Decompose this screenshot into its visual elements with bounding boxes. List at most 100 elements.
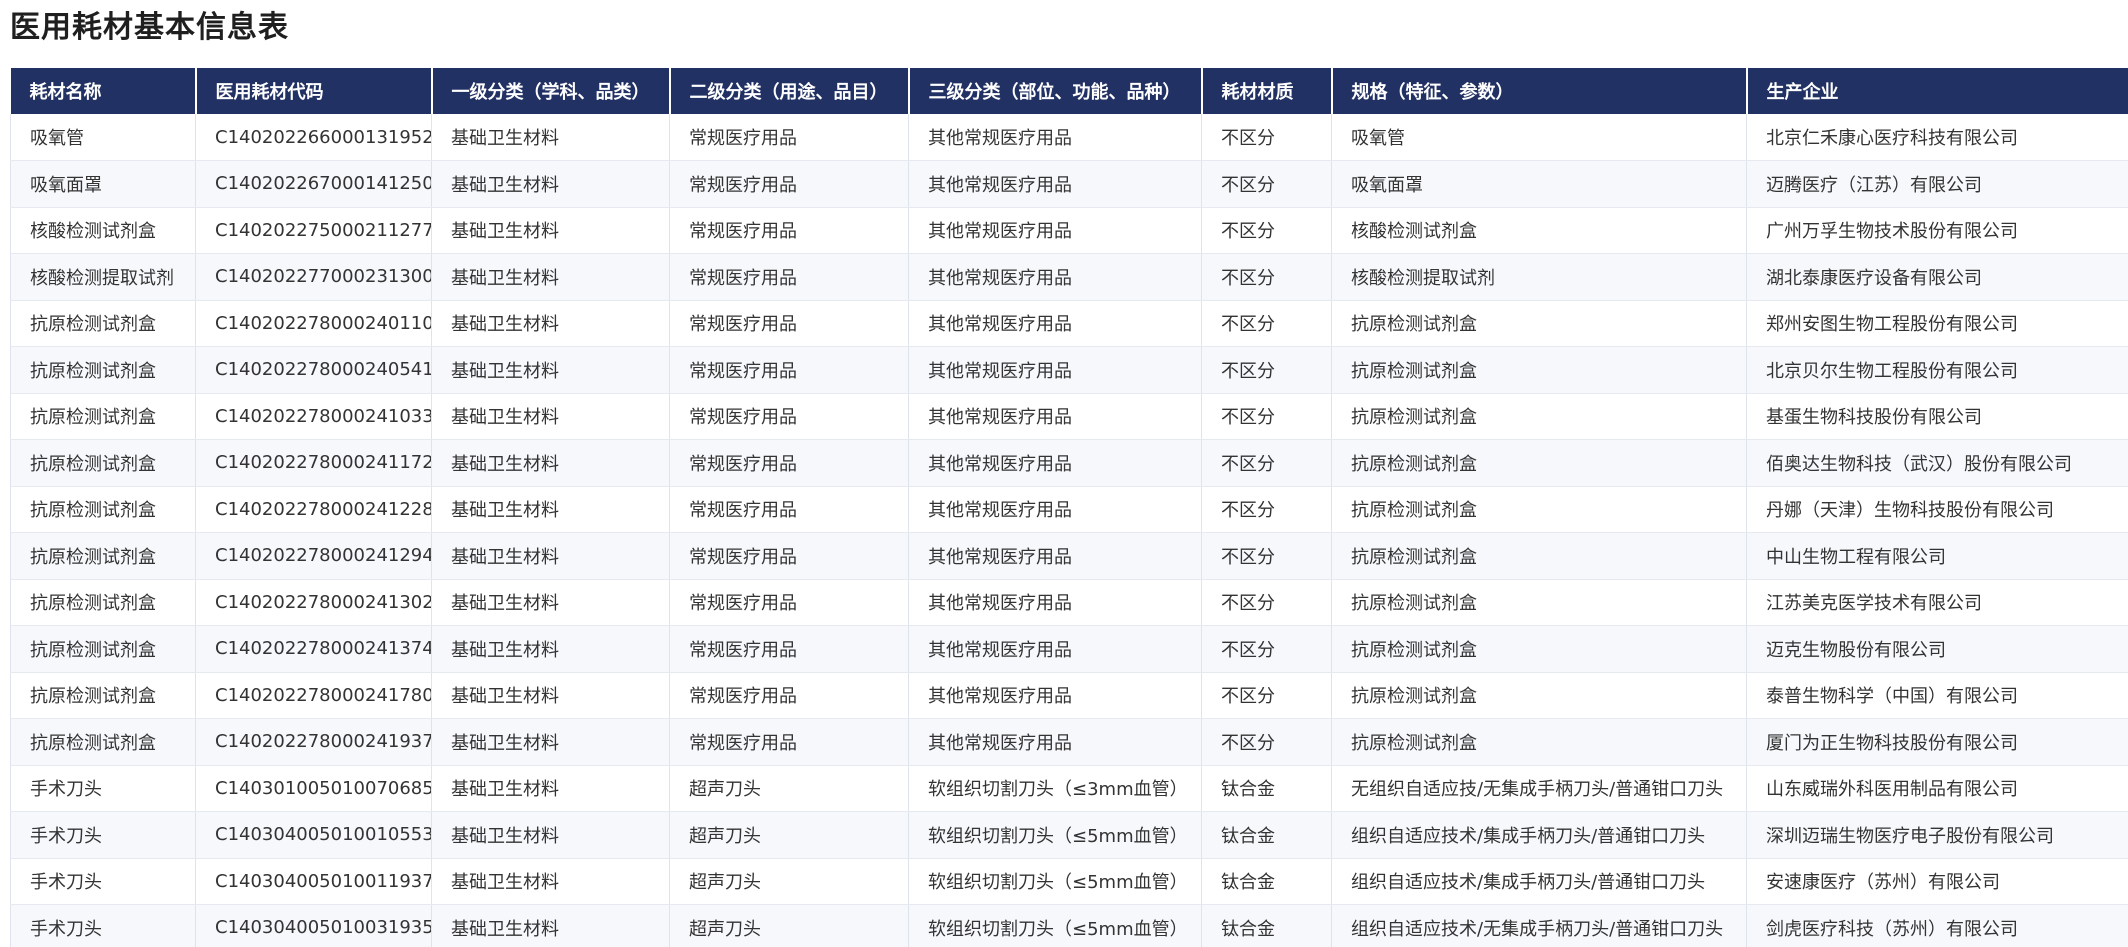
cell-category-2: 超声刀头 [669,904,909,947]
cell-category-3: 其他常规医疗用品 [908,160,1202,208]
cell-manufacturer: 深圳迈瑞生物医疗电子股份有限公司 [1746,811,2128,859]
cell-code: C1402022780002412281 [195,486,432,533]
table-row[interactable]: 抗原检测试剂盒 C1402022780002412940 基础卫生材料 常规医疗用品其… [10,532,2128,580]
cell-category-3: 其他常规医疗用品 [908,486,1202,533]
table-row[interactable]: 抗原检测试剂盒 C1402022780002413021 基础卫生材料 常规医疗用品其… [10,579,2128,626]
cell-category-1: 基础卫生材料 [431,486,670,533]
cell-manufacturer: 中山生物工程有限公司 [1746,532,2128,580]
cell-category-3: 其他常规医疗用品 [908,253,1202,301]
cell-material: 不区分 [1201,393,1332,440]
column-header-category-3[interactable]: 三级分类（部位、功能、品种） [908,68,1203,114]
cell-name: 核酸检测试剂盒 [10,207,196,254]
cell-material: 不区分 [1201,207,1332,254]
cell-category-1: 基础卫生材料 [431,858,670,905]
cell-manufacturer: 江苏美克医学技术有限公司 [1746,579,2128,626]
column-header-manufacturer[interactable]: 生产企业 [1746,68,2128,114]
cell-manufacturer: 厦门为正生物科技股份有限公司 [1746,718,2128,766]
cell-spec: 核酸检测试剂盒 [1331,207,1747,254]
table-row[interactable]: 手术刀头 C1403040050100105539 基础卫生材料 超声刀头 软组织切割刀… [10,811,2128,859]
cell-spec: 抗原检测试剂盒 [1331,486,1747,533]
cell-manufacturer: 安速康医疗（苏州）有限公司 [1746,858,2128,905]
cell-manufacturer: 湖北泰康医疗设备有限公司 [1746,253,2128,301]
table-row[interactable]: 抗原检测试剂盒 C1402022780002412281 基础卫生材料 常规医疗用品其… [10,486,2128,533]
table-row[interactable]: 抗原检测试剂盒 C1402022780002401100 基础卫生材料 常规医疗用品其… [10,300,2128,347]
table-row[interactable]: 核酸检测试剂盒 C1402022750002112774 基础卫生材料 常规医疗用品其… [10,207,2128,254]
cell-category-3: 其他常规医疗用品 [908,207,1202,254]
cell-code: C1403040050100119372 [195,858,432,905]
cell-manufacturer: 剑虎医疗科技（苏州）有限公司 [1746,904,2128,947]
cell-code: C1402022780002413749 [195,625,432,673]
column-header-material[interactable]: 耗材材质 [1201,68,1333,114]
cell-name: 抗原检测试剂盒 [10,393,196,440]
table-row[interactable]: 抗原检测试剂盒 C1402022780002405416 基础卫生材料 常规医疗用品其… [10,346,2128,394]
table-row[interactable]: 吸氧管 C1402022660001319522 基础卫生材料 常规医疗用品 其他常规医… [10,114,2128,161]
cell-name: 抗原检测试剂盒 [10,672,196,719]
cell-name: 吸氧面罩 [10,160,196,208]
column-header-category-1[interactable]: 一级分类（学科、品类） [431,68,671,114]
cell-category-2: 常规医疗用品 [669,346,909,394]
page: 医用耗材基本信息表 耗材名称 医用耗材代码 一级分类（学科、品类） 二级分类（用… [0,0,2128,947]
table-row[interactable]: 吸氧面罩 C1402022670001412503 基础卫生材料 常规医疗用品 其他常规… [10,160,2128,208]
cell-name: 抗原检测试剂盒 [10,579,196,626]
cell-material: 不区分 [1201,346,1332,394]
table-row[interactable]: 手术刀头 C1403040050100319350 基础卫生材料 超声刀头 软组织切割刀… [10,904,2128,947]
cell-spec: 抗原检测试剂盒 [1331,439,1747,487]
table-header: 耗材名称 医用耗材代码 一级分类（学科、品类） 二级分类（用途、品目） 三级分类… [10,68,2128,114]
cell-category-1: 基础卫生材料 [431,811,670,859]
table-row[interactable]: 抗原检测试剂盒 C1402022780002413749 基础卫生材料 常规医疗用品其… [10,625,2128,673]
cell-category-2: 常规医疗用品 [669,300,909,347]
table-row[interactable]: 核酸检测提取试剂 C1402022770002313003 基础卫生材料 常规医疗用品… [10,253,2128,301]
cell-category-3: 软组织切割刀头（≤5mm血管） [908,811,1202,859]
cell-category-3: 其他常规医疗用品 [908,718,1202,766]
table-row[interactable]: 抗原检测试剂盒 C1402022780002410336 基础卫生材料 常规医疗用品其… [10,393,2128,440]
cell-spec: 抗原检测试剂盒 [1331,625,1747,673]
cell-category-1: 基础卫生材料 [431,625,670,673]
cell-name: 抗原检测试剂盒 [10,439,196,487]
cell-spec: 抗原检测试剂盒 [1331,718,1747,766]
cell-code: C1403040050100105539 [195,811,432,859]
cell-category-2: 常规医疗用品 [669,114,909,161]
cell-category-2: 常规医疗用品 [669,718,909,766]
cell-manufacturer: 北京贝尔生物工程股份有限公司 [1746,346,2128,394]
column-header-category-2[interactable]: 二级分类（用途、品目） [669,68,910,114]
cell-category-3: 其他常规医疗用品 [908,346,1202,394]
page-title: 医用耗材基本信息表 [10,10,289,45]
cell-code: C1402022780002412940 [195,532,432,580]
cell-spec: 组织自适应技术/集成手柄刀头/普通钳口刀头 [1331,858,1747,905]
cell-material: 不区分 [1201,114,1332,161]
cell-material: 不区分 [1201,253,1332,301]
table-row[interactable]: 手术刀头 C1403040050100119372 基础卫生材料 超声刀头 软组织切割刀… [10,858,2128,905]
table-row[interactable]: 抗原检测试剂盒 C1402022780002417809 基础卫生材料 常规医疗用品其… [10,672,2128,719]
cell-code: C1402022780002405416 [195,346,432,394]
cell-category-1: 基础卫生材料 [431,253,670,301]
cell-code: C1403010050100706855 [195,765,432,812]
cell-code: C1402022780002417809 [195,672,432,719]
cell-category-1: 基础卫生材料 [431,904,670,947]
cell-category-2: 超声刀头 [669,765,909,812]
cell-material: 不区分 [1201,532,1332,580]
cell-category-1: 基础卫生材料 [431,532,670,580]
cell-code: C1402022670001412503 [195,160,432,208]
cell-category-3: 其他常规医疗用品 [908,579,1202,626]
column-header-spec[interactable]: 规格（特征、参数） [1331,68,1748,114]
cell-category-1: 基础卫生材料 [431,114,670,161]
cell-category-2: 常规医疗用品 [669,207,909,254]
table-row[interactable]: 抗原检测试剂盒 C1402022780002419371 基础卫生材料 常规医疗用品其… [10,718,2128,766]
cell-category-2: 常规医疗用品 [669,579,909,626]
cell-material: 不区分 [1201,672,1332,719]
cell-manufacturer: 佰奥达生物科技（武汉）股份有限公司 [1746,439,2128,487]
cell-manufacturer: 广州万孚生物技术股份有限公司 [1746,207,2128,254]
column-header-code[interactable]: 医用耗材代码 [195,68,433,114]
cell-material: 钛合金 [1201,811,1332,859]
cell-category-1: 基础卫生材料 [431,718,670,766]
table-row[interactable]: 抗原检测试剂盒 C1402022780002411726 基础卫生材料 常规医疗用品其… [10,439,2128,487]
table-row[interactable]: 手术刀头 C1403010050100706855 基础卫生材料 超声刀头 软组织切割刀… [10,765,2128,812]
cell-category-2: 超声刀头 [669,811,909,859]
cell-category-1: 基础卫生材料 [431,346,670,394]
cell-code: C1402022660001319522 [195,114,432,161]
cell-category-3: 软组织切割刀头（≤5mm血管） [908,904,1202,947]
cell-category-1: 基础卫生材料 [431,300,670,347]
column-header-name[interactable]: 耗材名称 [10,68,197,114]
table-body: 吸氧管 C1402022660001319522 基础卫生材料 常规医疗用品 其他常规医… [10,114,2128,947]
cell-name: 手术刀头 [10,904,196,947]
